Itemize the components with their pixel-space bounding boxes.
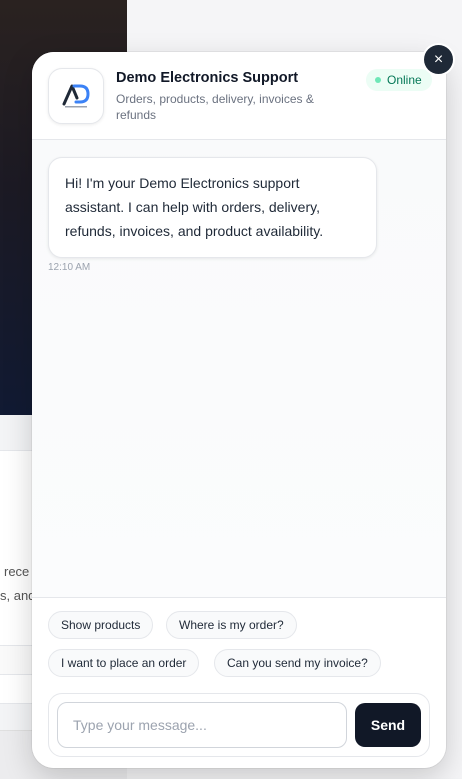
close-icon: × (433, 50, 444, 68)
send-button[interactable]: Send (355, 703, 421, 747)
quick-replies-panel: Show products Where is my order? I want … (32, 597, 446, 768)
quick-reply-place-order[interactable]: I want to place an order (48, 649, 200, 677)
background-text: rece (4, 564, 30, 579)
chat-widget: Demo Electronics Support Orders, product… (32, 52, 446, 768)
background-text: s, and (0, 588, 36, 603)
chat-header: Demo Electronics Support Orders, product… (32, 52, 446, 140)
quick-reply-show-products[interactable]: Show products (48, 611, 154, 639)
message-composer: Send (48, 693, 430, 757)
chat-subtitle: Orders, products, delivery, invoices & r… (116, 92, 314, 122)
status-label: Online (387, 73, 422, 87)
logo-icon (62, 84, 90, 108)
status-badge: Online (366, 69, 432, 91)
message-list[interactable]: Hi! I'm your Demo Electronics support as… (32, 140, 446, 597)
status-dot-icon (375, 77, 381, 83)
message-timestamp: 12:10 AM (48, 262, 91, 273)
close-button[interactable]: × (424, 45, 453, 74)
message-input[interactable] (57, 702, 347, 748)
quick-reply-send-invoice[interactable]: Can you send my invoice? (214, 649, 381, 677)
assistant-message: Hi! I'm your Demo Electronics support as… (48, 157, 377, 258)
brand-logo (48, 68, 104, 124)
quick-reply-where-is-order[interactable]: Where is my order? (166, 611, 297, 639)
chat-title: Demo Electronics Support (116, 70, 299, 86)
